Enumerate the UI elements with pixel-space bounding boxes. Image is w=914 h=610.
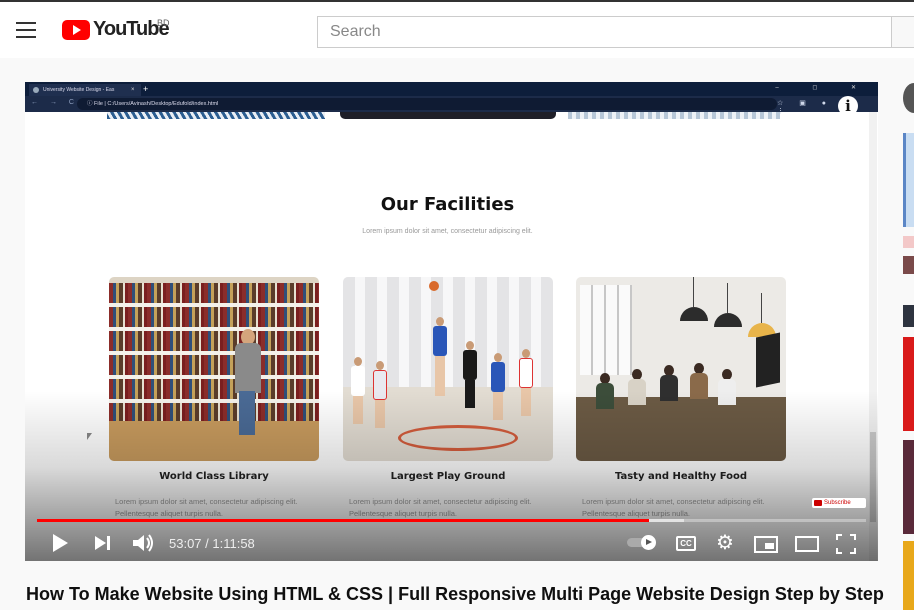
card-title: Largest Play Ground — [390, 471, 506, 482]
time-display: 53:07 / 1:11:58 — [169, 536, 255, 551]
recorded-browser-tabbar: University Website Design - Eas × + ‒ ◻ … — [25, 82, 878, 96]
facility-card: World Class Library Lorem ipsum dolor si… — [109, 277, 319, 518]
avatar[interactable] — [903, 83, 914, 113]
recommended-thumbnail[interactable] — [903, 236, 914, 248]
section-title: Our Facilities — [380, 194, 515, 215]
recommended-thumbnail[interactable] — [903, 541, 914, 610]
cafeteria-image — [576, 277, 786, 461]
video-title: How To Make Website Using HTML & CSS | F… — [26, 584, 884, 604]
recorded-scrollbar — [869, 112, 877, 561]
mouse-cursor-icon — [87, 433, 92, 440]
recorded-nav-arrows: ← → C — [31, 99, 79, 106]
facility-card: Tasty and Healthy Food Lorem ipsum dolor… — [576, 277, 786, 518]
card-description: Lorem ipsum dolor sit amet, consectetur … — [349, 497, 532, 518]
recommended-thumbnail[interactable] — [903, 440, 914, 534]
theater-icon[interactable] — [795, 536, 819, 552]
play-icon[interactable] — [53, 532, 69, 554]
reader-figure — [233, 329, 263, 441]
volume-icon[interactable] — [131, 532, 155, 554]
info-icon[interactable]: i — [838, 96, 858, 116]
section-subtitle: Lorem ipsum dolor sit amet, consectetur … — [362, 228, 533, 235]
video-player[interactable]: University Website Design - Eas × + ‒ ◻ … — [25, 82, 878, 561]
subscribe-watermark[interactable]: Subscribe — [812, 498, 866, 508]
basketball-icon — [429, 281, 439, 291]
card-title: World Class Library — [159, 471, 269, 482]
recorded-window-controls: ‒ ◻ ✕ — [775, 85, 872, 91]
next-icon[interactable] — [95, 532, 111, 554]
youtube-logo-icon — [62, 19, 90, 40]
recorded-address-bar: ← → C ⓘ File | C:/Users/Avinash/Desktop/… — [25, 96, 878, 115]
search-input[interactable]: Search — [317, 16, 892, 48]
search-button[interactable] — [891, 16, 914, 48]
recorded-new-tab-icon: + — [143, 84, 149, 94]
progress-played — [37, 519, 649, 522]
fullscreen-icon[interactable] — [836, 534, 856, 554]
recommended-thumbnail[interactable] — [903, 337, 914, 431]
card-description: Lorem ipsum dolor sit amet, consectetur … — [115, 497, 298, 518]
player-controls: 53:07 / 1:11:58 CC ⚙ — [25, 526, 878, 561]
masthead: YouTube BD Search — [0, 0, 914, 58]
recorded-tab-title: University Website Design - Eas — [43, 87, 115, 93]
country-code: BD — [157, 18, 170, 28]
youtube-logo[interactable]: YouTube — [62, 18, 170, 41]
card-title: Tasty and Healthy Food — [614, 471, 748, 482]
recorded-tab-close-icon: × — [131, 87, 135, 93]
recommended-thumbnail[interactable] — [903, 133, 914, 227]
settings-gear-icon[interactable]: ⚙ — [716, 532, 736, 554]
autoplay-toggle-icon[interactable] — [627, 535, 657, 550]
previous-section-image — [107, 112, 325, 119]
recorded-toolbar-icons: ☆ ▣ ● ▲ ⋮ — [777, 100, 856, 115]
cc-icon[interactable]: CC — [676, 536, 696, 551]
previous-section-image — [568, 112, 780, 119]
recommended-thumbnail[interactable] — [903, 256, 914, 274]
library-image — [109, 277, 319, 461]
recommended-thumbnail[interactable] — [903, 305, 914, 327]
miniplayer-icon[interactable] — [754, 536, 778, 553]
card-description: Lorem ipsum dolor sit amet, consectetur … — [582, 497, 765, 518]
menu-icon[interactable] — [16, 22, 36, 38]
playground-image — [343, 277, 553, 461]
previous-section-image — [340, 112, 556, 119]
facility-card: Largest Play Ground Lorem ipsum dolor si… — [343, 277, 553, 518]
recorded-browser-tab: University Website Design - Eas × — [29, 84, 141, 96]
recorded-url: ⓘ File | C:/Users/Avinash/Desktop/Edufol… — [77, 98, 777, 110]
progress-bar[interactable] — [37, 519, 866, 522]
